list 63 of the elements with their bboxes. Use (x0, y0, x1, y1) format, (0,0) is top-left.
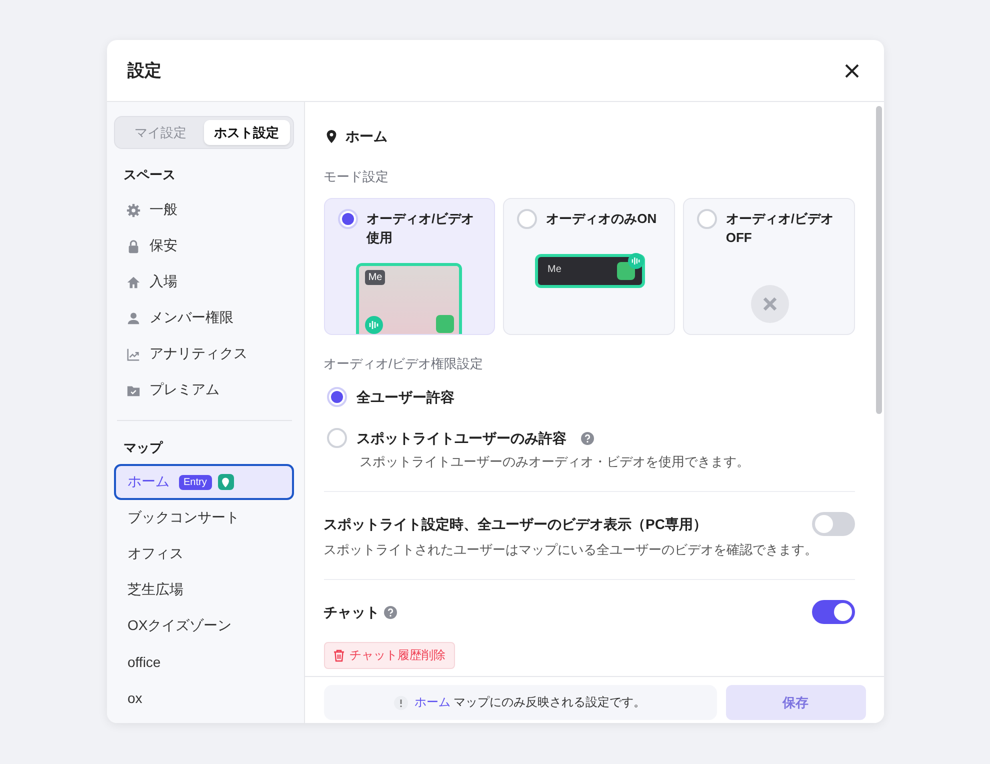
person-icon (126, 310, 140, 326)
map-title: ホーム (346, 127, 388, 146)
map-item[interactable]: 芝生広場 (114, 572, 294, 608)
map-item[interactable]: office (114, 644, 294, 680)
radio-button[interactable] (696, 209, 717, 229)
mode-card[interactable]: オーディオ/ビデオ使用 Me (324, 198, 496, 335)
map-name: オフィス (128, 545, 184, 563)
setting-title: チャット (324, 603, 380, 622)
radio-button[interactable] (338, 209, 358, 229)
sidebar-item[interactable]: 入場 (150, 273, 178, 291)
preview-label: Me (547, 264, 562, 275)
map-name: ホーム (128, 473, 170, 491)
section-heading: マップ (124, 439, 164, 457)
preview-label: Me (365, 270, 386, 285)
mode-card[interactable]: オーディオのみON Me (503, 198, 675, 335)
mode-label: オーディオのみON (546, 210, 657, 228)
sidebar-item[interactable]: 保安 (150, 237, 178, 255)
map-name: office (128, 654, 161, 670)
gear-icon (126, 202, 140, 218)
radio-button[interactable] (517, 209, 538, 229)
toggle-switch[interactable] (812, 600, 854, 624)
mode-label: オーディオ/ビデオ使用 (366, 210, 476, 247)
radio-label: 全ユーザー許容 (356, 388, 454, 407)
map-name: OXクイズゾーン (128, 617, 232, 635)
mode-label: オーディオ/ビデオOFF (726, 210, 834, 247)
radio-button[interactable] (326, 428, 346, 448)
option-description: スポットライトユーザーのみオーディオ・ビデオを使用できます。 (360, 453, 750, 471)
avatar-icon (436, 315, 454, 333)
chart-icon (126, 346, 140, 362)
sidebar-item[interactable]: アナリティクス (150, 345, 248, 363)
scrollbar[interactable] (876, 106, 882, 414)
sidebar-item[interactable]: 一般 (150, 201, 178, 219)
audio-wave-icon (365, 316, 384, 334)
radio-button[interactable] (326, 387, 346, 407)
setting-title: スポットライト設定時、全ユーザーのビデオ表示（PC専用） (324, 515, 707, 534)
map-name: ox (128, 690, 142, 706)
audio-wave-icon (628, 253, 644, 269)
map-item[interactable]: ox (114, 680, 294, 716)
map-item[interactable]: OXクイズゾーン (114, 608, 294, 644)
section-label: モード設定 (324, 168, 390, 186)
radio-label: スポットライトユーザーのみ許容 (356, 429, 566, 448)
trash-icon (332, 649, 344, 662)
setting-description: スポットライトされたユーザーはマップにいる全ユーザーのビデオを確認できます。 (324, 541, 818, 559)
sidebar-item[interactable]: メンバー権限 (150, 309, 234, 327)
help-icon[interactable] (580, 432, 594, 444)
map-name: 芝生広場 (128, 581, 184, 599)
notice-text: ホーム マップにのみ反映される設定です。 (414, 694, 646, 711)
disabled-icon (751, 285, 790, 323)
mode-card[interactable]: オーディオ/ビデオOFF (682, 198, 854, 335)
help-icon[interactable] (384, 606, 396, 618)
map-item[interactable]: ホーム Entry (114, 464, 294, 500)
dialog-title: 設定 (128, 60, 162, 82)
info-icon (394, 696, 408, 710)
sidebar-item[interactable]: プレミアム (150, 381, 220, 399)
map-item[interactable]: ブックコンサート (114, 500, 294, 536)
toggle-switch[interactable] (812, 512, 854, 536)
entry-badge: Entry (178, 474, 212, 490)
settings-tab[interactable]: ホスト設定 (204, 120, 290, 145)
map-name: ブックコンサート (128, 509, 240, 527)
map-item[interactable]: オフィス (114, 536, 294, 572)
section-label: オーディオ/ビデオ権限設定 (324, 355, 484, 373)
home-icon (126, 274, 140, 290)
section-heading: スペース (124, 166, 176, 184)
